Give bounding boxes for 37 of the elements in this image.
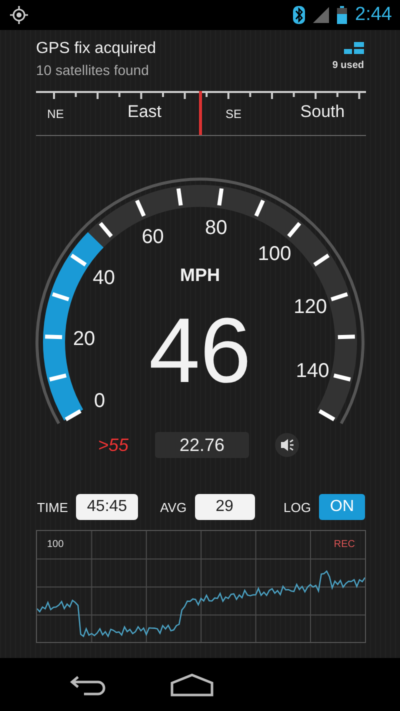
back-button[interactable] xyxy=(70,674,108,696)
signal-icon xyxy=(313,7,330,23)
gauge-label: 20 xyxy=(72,328,96,350)
gauge-label: 0 xyxy=(94,390,106,412)
average-label: AVG xyxy=(160,500,187,514)
battery-icon xyxy=(337,6,348,24)
home-button[interactable] xyxy=(170,672,214,696)
bluetooth-icon xyxy=(293,6,306,24)
gps-status: GPS fix acquired xyxy=(36,40,156,58)
compass-heading: SE xyxy=(224,106,242,122)
time-value: 45:45 xyxy=(76,494,138,520)
speed-unit: MPH xyxy=(180,265,220,285)
recording-label: REC xyxy=(334,539,355,550)
compass-heading: East xyxy=(126,102,163,122)
gauge-label: 120 xyxy=(294,296,327,318)
speed-limit: >55 xyxy=(98,434,130,456)
average-value: 29 xyxy=(194,494,255,520)
gauge-label: 40 xyxy=(92,267,115,290)
gauge-label: 60 xyxy=(142,226,164,248)
satellites-used: 9 used xyxy=(332,60,364,71)
satellite-bars-icon xyxy=(344,42,364,54)
speaker-icon[interactable] xyxy=(275,433,299,457)
gauge-label: 80 xyxy=(205,217,228,240)
time-label: TIME xyxy=(37,500,68,514)
gauge-label: 100 xyxy=(258,243,292,266)
distance-readout: 22.76 xyxy=(155,432,249,458)
speed-value: 46 xyxy=(148,300,252,402)
log-label: LOG xyxy=(284,500,311,514)
satellites-count: 10 satellites found xyxy=(36,62,150,78)
gauge-label: 140 xyxy=(296,360,330,382)
compass-heading: NE xyxy=(46,106,65,122)
location-icon xyxy=(10,6,28,24)
graph-max-label: 100 xyxy=(47,539,64,550)
heading-needle xyxy=(199,91,202,135)
log-toggle[interactable]: ON xyxy=(319,494,365,520)
clock: 2:44 xyxy=(355,4,392,26)
compass-heading: South xyxy=(299,102,346,122)
